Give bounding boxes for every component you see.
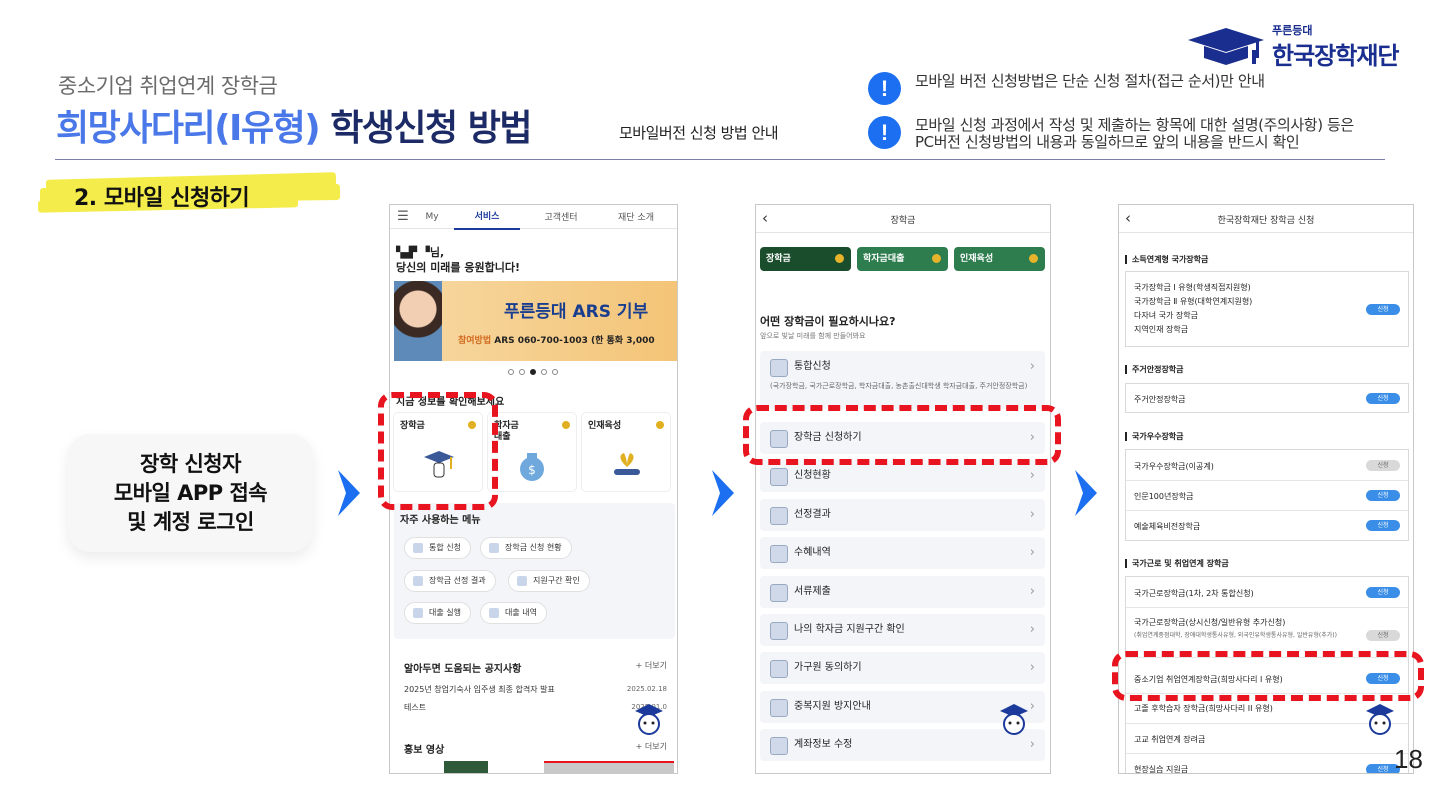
ars-banner[interactable]: 푸른등대 ARS 기부 참여방법 ARS 060-700-1003 (한 통화 … <box>394 281 677 361</box>
category-housing: 주거안정장학금 <box>1125 365 1184 374</box>
tab-customer-center[interactable]: 고객센터 <box>526 210 596 223</box>
tab-service[interactable]: 서비스 <box>448 205 526 230</box>
section-tag: 2. 모바일 신청하기 <box>37 170 343 216</box>
page-number: 18 <box>1394 744 1423 774</box>
menu-benefit-history[interactable]: 수혜내역 <box>760 537 1045 569</box>
app-bar: ‹ 한국장학재단 장학금 신청 <box>1119 205 1413 233</box>
app-bar: ‹ 장학금 <box>756 205 1050 233</box>
mascot-icon <box>635 704 663 735</box>
category-tabs: 장학금 학자금대출 인재육성 <box>760 247 1045 271</box>
category-work-employment: 국가근로 및 취업연계 장학금 <box>1125 559 1229 568</box>
header-divider <box>55 159 1385 160</box>
svg-text:$: $ <box>528 463 536 477</box>
phone-screen-scholarship: ‹ 장학금 장학금 학자금대출 인재육성 어떤 장학금이 필요하시나요? 앞으로… <box>755 204 1051 774</box>
menu-integrated-apply[interactable]: 통합신청 (국가장학금, 국가근로장학금, 학자금대출, 농촌출신대학생 학자금… <box>760 351 1045 409</box>
question-heading: 어떤 장학금이 필요하시나요? <box>760 315 896 328</box>
tab-my[interactable]: My <box>416 212 448 222</box>
promo-title: 홍보 영상 <box>404 745 445 756</box>
mascot-icon <box>1000 704 1028 735</box>
highlight-sme-item <box>1112 651 1424 701</box>
notice-board-title: 알아두면 도움되는 공지사항 <box>404 664 522 675</box>
chip-loan-history[interactable]: 대출 내역 <box>480 602 547 624</box>
notice-2: ! 모바일 신청 과정에서 작성 및 제출하는 항목에 대한 설명(주의사항) … <box>868 116 1354 151</box>
menu-household-consent[interactable]: 가구원 동의하기 <box>760 652 1045 684</box>
step-callout: 장학 신청자 모바일 APP 접속 및 계정 로그인 <box>68 434 313 552</box>
arrow-circle-icon <box>562 421 570 429</box>
banner-title: 푸른등대 ARS 기부 <box>504 302 649 322</box>
logo-text: 한국장학재단 <box>1272 42 1399 70</box>
more-link[interactable]: + 더보기 <box>636 660 667 671</box>
chip-support-range[interactable]: 지원구간 확인 <box>508 570 590 592</box>
carousel-dots[interactable] <box>508 369 558 375</box>
chip-application-status[interactable]: 장학금 신청 현황 <box>480 537 572 559</box>
notice-date: 2025.02.18 <box>626 685 667 693</box>
hamburger-menu-icon[interactable]: ☰ <box>390 209 416 224</box>
exclamation-icon: ! <box>868 72 901 105</box>
page-title: 희망사다리(I유형) 학생신청 방법 <box>56 99 532 151</box>
mascot-icon <box>1366 704 1394 735</box>
plant-hand-icon <box>614 453 640 475</box>
apply-button[interactable]: 신청 <box>1366 520 1400 531</box>
menu-selection-result[interactable]: 선정결과 <box>760 499 1045 531</box>
chip-loan-execute[interactable]: 대출 실행 <box>404 602 471 624</box>
apply-button[interactable]: 신청 <box>1366 393 1400 404</box>
category-excellence: 국가우수장학금 <box>1125 432 1184 441</box>
page-title-rest: 학생신청 방법 <box>319 108 532 149</box>
apply-button-disabled: 신청 <box>1366 460 1400 471</box>
apply-button-disabled: 신청 <box>1366 630 1400 641</box>
tab-about[interactable]: 재단 소개 <box>596 210 676 223</box>
chip-selection-result[interactable]: 장학금 선정 결과 <box>404 570 496 592</box>
exclamation-icon: ! <box>868 116 901 149</box>
kosaf-logo: 푸른등대 한국장학재단 <box>1186 22 1416 72</box>
promo-video-section: 홍보 영상 + 더보기 <box>394 733 675 773</box>
arrow-circle-icon <box>656 421 664 429</box>
title-note: 모바일버전 신청 방법 안내 <box>619 124 779 142</box>
notice-text: 모바일 버전 신청방법은 단순 신청 절차(접근 순서)만 안내 <box>915 72 1265 90</box>
apply-button[interactable]: 신청 <box>1366 587 1400 598</box>
money-bag-icon: $ <box>520 453 544 481</box>
tab-talent[interactable]: 인재육성 <box>954 247 1045 271</box>
apply-button[interactable]: 신청 <box>1366 490 1400 501</box>
group-income: 국가장학금 Ⅰ 유형(학생직접지원형) 국가장학금 Ⅱ 유형(대학연계지원형) … <box>1125 271 1409 347</box>
card-loan[interactable]: 학자금 대출 $ <box>488 413 576 491</box>
page-title-highlight: 희망사다리(I유형) <box>56 108 321 149</box>
chevron-right-icon <box>1075 470 1097 516</box>
notice-item[interactable]: 2025년 창업기숙사 입주생 최종 합격자 발표 <box>404 684 555 695</box>
apply-button[interactable]: 신청 <box>1366 304 1400 315</box>
chip-integrated-apply[interactable]: 통합 신청 <box>404 537 471 559</box>
group-excellence: 국가우수장학금(이공계) 신청 인문100년장학금 신청 예술체육비전장학금 신… <box>1125 449 1409 541</box>
banner-photo <box>394 281 442 361</box>
group-housing: 주거안정장학금 신청 <box>1125 383 1409 413</box>
graduation-cap-icon <box>1188 28 1264 65</box>
notice-1: ! 모바일 버전 신청방법은 단순 신청 절차(접근 순서)만 안내 <box>868 72 1265 105</box>
frequent-menu: 자주 사용하는 메뉴 통합 신청 장학금 신청 현황 장학금 선정 결과 지원구… <box>394 503 675 639</box>
notice-text: 모바일 신청 과정에서 작성 및 제출하는 항목에 대한 설명(주의사항) 등은… <box>915 116 1354 151</box>
tab-student-loan[interactable]: 학자금대출 <box>857 247 948 271</box>
top-nav: ☰ My 서비스 고객센터 재단 소개 <box>390 205 677 230</box>
banner-text: 참여방법 ARS 060-700-1003 (한 통화 3,000 <box>458 336 655 346</box>
card-talent[interactable]: 인재육성 <box>582 413 670 491</box>
question-subtext: 앞으로 빛날 미래를 함께 만들어봐요 <box>760 332 866 340</box>
section-title: 2. 모바일 신청하기 <box>74 186 250 211</box>
more-link[interactable]: + 더보기 <box>636 741 667 752</box>
screen-title: 한국장학재단 장학금 신청 <box>1217 216 1315 226</box>
highlight-scholarship-card <box>378 392 498 510</box>
screen-title: 장학금 <box>890 216 916 226</box>
chevron-right-icon <box>712 470 734 516</box>
highlight-apply-scholarship <box>743 405 1061 465</box>
menu-document-submit[interactable]: 서류제출 <box>760 576 1045 608</box>
menu-support-range[interactable]: 나의 학자금 지원구간 확인 <box>760 614 1045 646</box>
notice-item[interactable]: 테스트 <box>404 702 426 713</box>
subtitle: 중소기업 취업연계 장학금 <box>58 74 278 98</box>
chevron-right-icon <box>338 470 360 516</box>
category-income: 소득연계형 국가장학금 <box>1125 255 1208 264</box>
tab-scholarship[interactable]: 장학금 <box>760 247 851 271</box>
greeting: ▚▟▘▝님, 당신의 미래를 응원합니다! <box>396 246 520 274</box>
